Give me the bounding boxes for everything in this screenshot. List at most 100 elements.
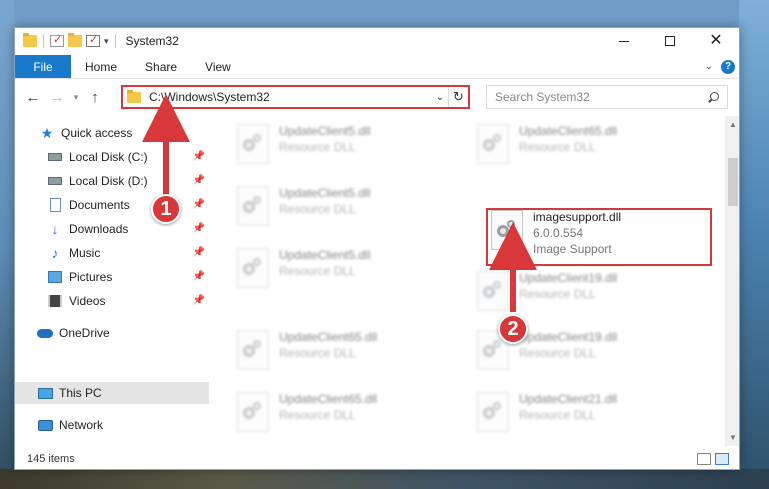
recent-locations-button[interactable]: ▾ — [69, 85, 83, 109]
music-icon: ♪ — [51, 245, 59, 261]
file-item[interactable]: UpdateClient5.dll Resource DLL — [237, 124, 467, 174]
sidebar-item-pictures[interactable]: Pictures 📌 — [15, 266, 209, 288]
back-button[interactable]: ← — [21, 85, 45, 109]
file-name: UpdateClient5.dll — [279, 124, 371, 138]
desktop-background-left — [0, 0, 14, 489]
sidebar-item-quick-access[interactable]: ★ Quick access — [15, 122, 209, 144]
tab-file[interactable]: File — [15, 55, 71, 78]
forward-button[interactable]: → — [45, 85, 69, 109]
address-path: C:\Windows\System32 — [149, 90, 270, 104]
view-toggle — [697, 453, 739, 465]
file-description: Resource DLL — [519, 140, 596, 154]
sidebar-item-downloads[interactable]: ↓ Downloads 📌 — [15, 218, 209, 240]
close-button[interactable]: ✕ — [693, 28, 739, 54]
sidebar-item-local-disk-d[interactable]: Local Disk (D:) 📌 — [15, 170, 209, 192]
title-bar: ▾ System32 ✕ — [15, 28, 739, 54]
window-controls: ✕ — [601, 28, 739, 54]
star-icon: ★ — [40, 124, 54, 141]
file-name: UpdateClient65.dll — [279, 392, 378, 406]
scroll-up-icon[interactable]: ▲ — [729, 120, 737, 129]
help-icon[interactable]: ? — [721, 59, 735, 74]
file-item[interactable]: UpdateClient65.dll Resource DLL — [237, 330, 467, 380]
customize-icon[interactable] — [86, 33, 100, 47]
sidebar-item-label: Pictures — [69, 270, 113, 284]
pin-icon[interactable]: 📌 — [193, 271, 205, 282]
toolbar-separator — [114, 34, 116, 48]
scrollbar-thumb[interactable] — [728, 158, 738, 206]
file-description: Resource DLL — [519, 346, 596, 360]
chevron-down-icon[interactable]: ⌄ — [432, 92, 448, 103]
desktop-background-right — [739, 0, 769, 489]
network-icon — [37, 418, 53, 432]
dll-file-icon — [237, 330, 269, 370]
sidebar-item-label: This PC — [59, 386, 102, 400]
vertical-scrollbar[interactable]: ▲ ▼ — [725, 116, 739, 446]
sidebar-item-label: Local Disk (C:) — [69, 150, 148, 164]
pin-icon[interactable]: 📌 — [193, 247, 205, 258]
sidebar-item-videos[interactable]: Videos 📌 — [15, 290, 209, 312]
dll-file-icon — [237, 186, 269, 226]
dll-file-icon — [237, 124, 269, 164]
pin-icon[interactable]: 📌 — [193, 223, 205, 234]
minimize-button[interactable] — [601, 28, 647, 54]
minimize-icon — [619, 40, 629, 42]
file-item[interactable]: UpdateClient5.dll Resource DLL — [237, 248, 467, 298]
dll-file-icon — [477, 124, 509, 164]
dll-file-icon — [237, 392, 269, 432]
folder-icon — [23, 33, 37, 47]
toolbar-separator — [43, 34, 44, 48]
sidebar-item-label: Downloads — [69, 222, 129, 236]
tiles-view-button[interactable] — [715, 453, 729, 465]
file-description: Resource DLL — [279, 408, 356, 422]
file-item[interactable]: UpdateClient5.dll Resource DLL — [237, 186, 467, 236]
pin-icon[interactable]: 📌 — [193, 199, 205, 210]
tab-view[interactable]: View — [191, 55, 245, 78]
file-list: UpdateClient5.dll Resource DLL UpdateClie… — [213, 116, 725, 446]
search-icon[interactable] — [708, 91, 719, 103]
new-folder-icon[interactable] — [68, 33, 82, 47]
maximize-button[interactable] — [647, 28, 693, 54]
file-item[interactable]: UpdateClient65.dll Resource DLL — [237, 392, 467, 442]
file-item[interactable]: UpdateClient65.dll Resource DLL — [477, 124, 707, 174]
navigation-bar: ← → ▾ ↑ C:\Windows\System32 ⌄ ↻ Search S… — [15, 81, 739, 113]
step-2-badge: 2 — [498, 314, 528, 344]
close-icon: ✕ — [709, 32, 723, 49]
file-name: UpdateClient19.dll — [519, 271, 618, 285]
file-name: UpdateClient19.dll — [519, 330, 618, 344]
file-explorer-window: ▾ System32 ✕ File Home Share View ⌄ ? ← … — [14, 27, 740, 470]
chevron-down-icon[interactable]: ▾ — [104, 36, 109, 47]
file-description: Resource DLL — [279, 346, 356, 360]
file-name: UpdateClient21.dll — [519, 392, 618, 406]
properties-icon[interactable] — [50, 33, 64, 47]
search-input[interactable]: Search System32 — [486, 85, 728, 109]
details-view-button[interactable] — [697, 453, 711, 465]
file-item[interactable]: UpdateClient21.dll Resource DLL — [477, 392, 707, 442]
disk-icon — [47, 150, 63, 164]
tab-share[interactable]: Share — [131, 55, 191, 78]
sidebar-item-label: Music — [69, 246, 101, 260]
scroll-down-icon[interactable]: ▼ — [729, 433, 737, 442]
sidebar-item-label: Network — [59, 418, 104, 432]
pin-icon[interactable]: 📌 — [193, 175, 205, 186]
sidebar-item-onedrive[interactable]: OneDrive — [15, 322, 209, 344]
expand-ribbon-icon[interactable]: ⌄ — [705, 61, 713, 72]
sidebar-item-this-pc[interactable]: This PC — [15, 382, 209, 404]
up-button[interactable]: ↑ — [83, 85, 107, 109]
file-name: UpdateClient5.dll — [279, 186, 371, 200]
pin-icon[interactable]: 📌 — [193, 295, 205, 306]
tab-home[interactable]: Home — [71, 55, 131, 78]
ribbon-right-controls: ⌄ ? — [705, 55, 739, 78]
file-name: UpdateClient65.dll — [279, 330, 378, 344]
file-description: Resource DLL — [279, 202, 356, 216]
status-bar: 145 items — [15, 448, 739, 469]
refresh-button[interactable]: ↻ — [448, 87, 468, 107]
sidebar-item-local-disk-c[interactable]: Local Disk (C:) 📌 — [15, 146, 209, 168]
address-bar[interactable]: C:\Windows\System32 ⌄ ↻ — [121, 85, 470, 109]
step-1-badge: 1 — [151, 194, 181, 224]
sidebar-item-label: Documents — [69, 198, 130, 212]
sidebar-item-music[interactable]: ♪ Music 📌 — [15, 242, 209, 264]
folder-icon — [127, 89, 141, 103]
sidebar-item-label: Videos — [69, 294, 106, 308]
pin-icon[interactable]: 📌 — [193, 151, 205, 162]
sidebar-item-network[interactable]: Network — [15, 414, 209, 436]
